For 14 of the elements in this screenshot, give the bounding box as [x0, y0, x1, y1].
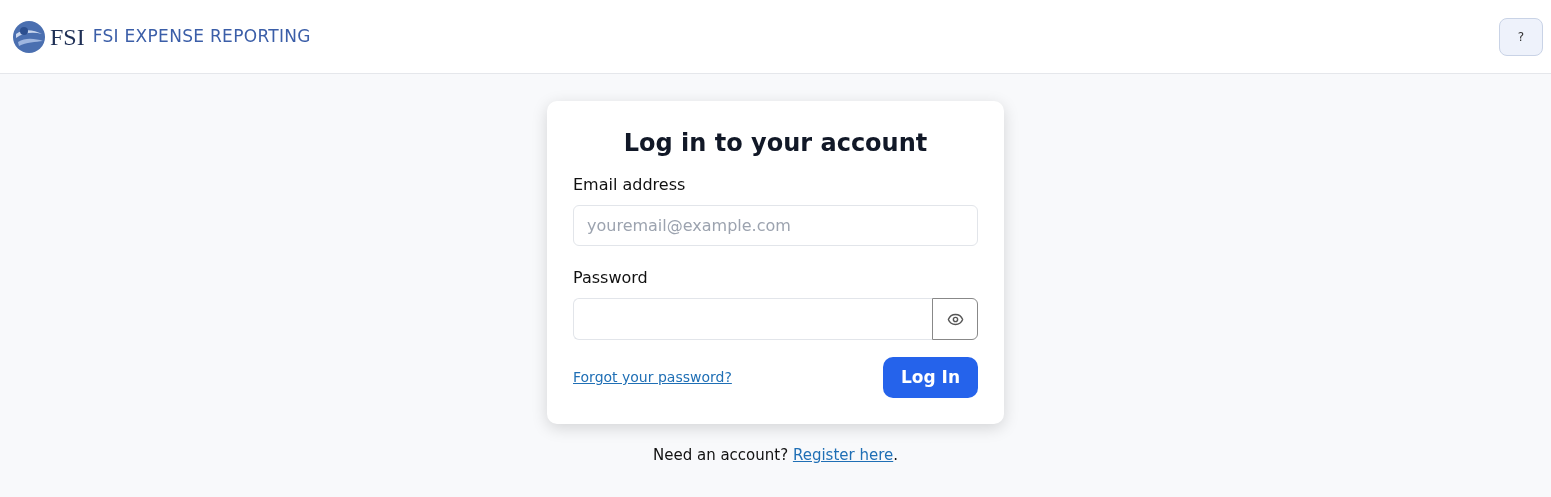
- logo-mark: FSI: [50, 22, 85, 52]
- login-title: Log in to your account: [622, 128, 929, 159]
- register-prompt: Need an account? Register here.: [652, 445, 898, 466]
- login-button[interactable]: Log In: [882, 357, 978, 398]
- help-button[interactable]: ?: [1499, 17, 1543, 56]
- email-field[interactable]: youremail@example.com: [573, 205, 978, 246]
- brand-name: FSI EXPENSE REPORTING: [92, 24, 311, 48]
- register-link[interactable]: Register here: [792, 446, 894, 464]
- forgot-password-link[interactable]: Forgot your password?: [573, 367, 732, 388]
- password-label: Password: [573, 267, 648, 289]
- globe-logo-icon: [12, 19, 46, 54]
- show-password-button[interactable]: [932, 298, 978, 340]
- password-field[interactable]: [573, 298, 932, 340]
- email-label: Email address: [573, 174, 686, 196]
